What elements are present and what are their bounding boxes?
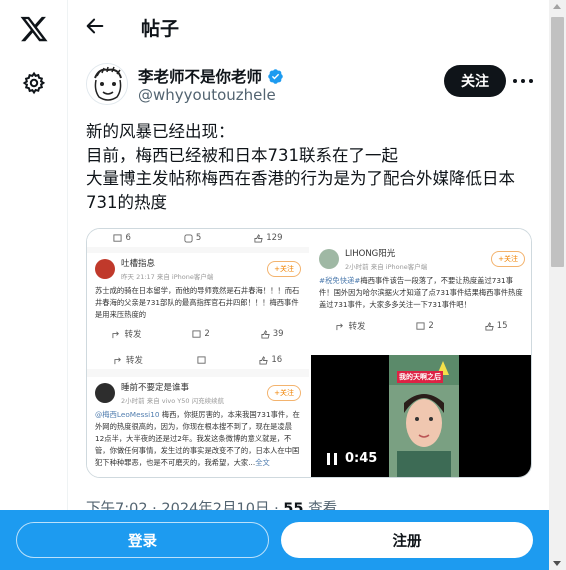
tweet-text: 新的风暴已经出现： 目前，梅西已经被和日本731联系在了一起 大量博主发帖称梅西… (86, 120, 536, 214)
weibo-body: @梅西LeoMessi10 梅西，你挺厉害的，本来我国731事件，在外网的热度很… (95, 410, 300, 467)
x-logo-icon[interactable] (19, 14, 49, 44)
back-arrow-icon[interactable] (84, 15, 106, 37)
weibo-body: #税免快递#梅西事件该告一段落了，不要让热度盖过731事件！国外因为哈尔滨据火才… (319, 276, 523, 309)
video-thumbnail: 我的天啊之后 (389, 355, 459, 477)
weibo-action-bar: 转发 16 (87, 351, 309, 369)
weibo-action-bar: 转发 2 39 (87, 325, 309, 343)
weibo-avatar (95, 259, 115, 279)
pause-icon[interactable] (327, 452, 337, 465)
scroll-thumb[interactable] (551, 17, 564, 267)
left-rail (0, 0, 68, 570)
tweet-line: 新的风暴已经出现： (86, 122, 235, 141)
weibo-meta: 昨天 21:17 来自 iPhone客户端 (121, 273, 214, 281)
scroll-down-arrow-icon[interactable] (553, 561, 561, 566)
tweet-line: 731的热度 (86, 192, 167, 212)
thumb-up-icon (254, 233, 263, 243)
cartoon-avatar-icon (87, 64, 127, 104)
weibo-follow: +关注 (267, 385, 301, 401)
share-icon (112, 330, 120, 338)
share-icon (336, 322, 344, 330)
page-title: 帖子 (141, 18, 180, 40)
weibo-avatar (319, 249, 339, 269)
thumb-up-icon (261, 329, 270, 339)
weibo-username: LIHONG阳光 (345, 249, 396, 259)
weibo-post: 睡前不要定是谁事 2小时前 来自 vivo Y50 闪充续续航 +关注 @梅西L… (87, 377, 309, 477)
media-image-left[interactable]: 6 5 129 吐槽指息 昨天 21:17 来自 iPhone客户端 +关注 苏… (87, 229, 309, 477)
comment-icon (192, 329, 201, 338)
weibo-follow: +关注 (491, 251, 525, 267)
weibo-avatar (95, 383, 115, 403)
embedded-video[interactable]: 我的天啊之后 0:45 (311, 355, 531, 477)
comment-icon (416, 321, 425, 330)
tweet-line: 目前，梅西已经被和日本731联系在了一起 (86, 145, 398, 165)
scroll-up-arrow-icon[interactable] (553, 4, 561, 9)
signup-button[interactable]: 注册 (281, 522, 533, 558)
weibo-meta: 2小时前 来自 iPhone客户端 (345, 263, 428, 271)
repost-icon (184, 233, 193, 243)
weibo-meta: 2小时前 来自 vivo Y50 闪充续续航 (121, 397, 225, 405)
scrollbar[interactable] (549, 0, 566, 570)
author-handle[interactable]: @whyyoutouzhele (138, 86, 276, 104)
comment-icon (113, 233, 123, 242)
weibo-follow: +关注 (267, 261, 301, 277)
follow-button[interactable]: 关注 (444, 65, 506, 97)
comment-icon (197, 355, 206, 364)
share-icon (114, 356, 121, 364)
video-caption: 我的天啊之后 (397, 371, 443, 383)
comment-count: 6 (113, 233, 131, 243)
weibo-username: 睡前不要定是谁事 (121, 383, 190, 393)
repost-count: 5 (184, 233, 201, 243)
author-name-row[interactable]: 李老师不是你老师 (138, 65, 284, 87)
thumb-up-icon (259, 355, 268, 365)
tweet-media[interactable]: 6 5 129 吐槽指息 昨天 21:17 来自 iPhone客户端 +关注 苏… (86, 228, 532, 478)
settings-gear-icon[interactable] (22, 71, 46, 95)
more-options-icon[interactable] (513, 72, 533, 90)
like-count: 129 (254, 233, 283, 243)
login-banner: 登录 注册 (0, 510, 549, 570)
thumb-up-icon (485, 321, 494, 331)
weibo-action-bar: 6 5 129 (87, 229, 309, 247)
video-duration: 0:45 (345, 451, 378, 466)
login-button[interactable]: 登录 (16, 522, 269, 558)
author-avatar[interactable] (86, 63, 128, 105)
video-controls[interactable]: 0:45 (327, 451, 377, 466)
verified-badge-icon (268, 68, 283, 84)
weibo-body: 苏士成的骑在日本留学，而他的导师竟然是石井春海！！！而石井春海的父亲是731部队… (95, 286, 300, 319)
author-name[interactable]: 李老师不是你老师 (138, 65, 262, 87)
weibo-username: 吐槽指息 (121, 259, 156, 269)
tweet-line: 大量博主发帖称梅西在香港的行为是为了配合外媒降低日本 (86, 169, 515, 188)
weibo-action-bar: 转发 2 15 (311, 317, 531, 335)
